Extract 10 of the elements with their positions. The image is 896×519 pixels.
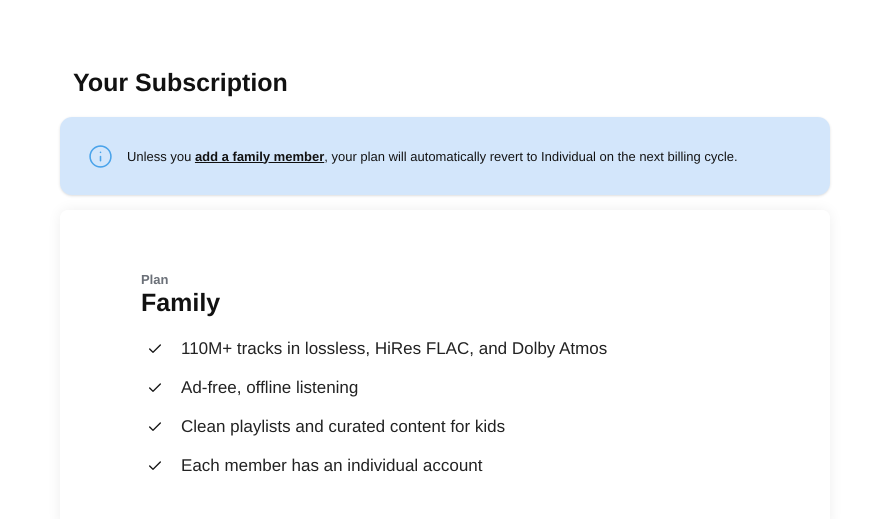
feature-text: Each member has an individual account (181, 455, 482, 477)
feature-text: Ad-free, offline listening (181, 377, 358, 399)
plan-label: Plan (141, 272, 170, 288)
plan-name: Family (141, 288, 222, 318)
page-title: Your Subscription (72, 68, 289, 99)
add-family-member-link[interactable]: add a family member (194, 148, 324, 164)
info-icon (88, 144, 113, 168)
notice-text: Unless you add a family member, your plan will automatically revert to Individual on the next billing cycle. (127, 148, 738, 164)
feature-text: Clean playlists and curated content for kids (181, 416, 506, 438)
feature-text: 110M+ tracks in lossless, HiRes FLAC, and Dolby Atmos (181, 338, 608, 360)
